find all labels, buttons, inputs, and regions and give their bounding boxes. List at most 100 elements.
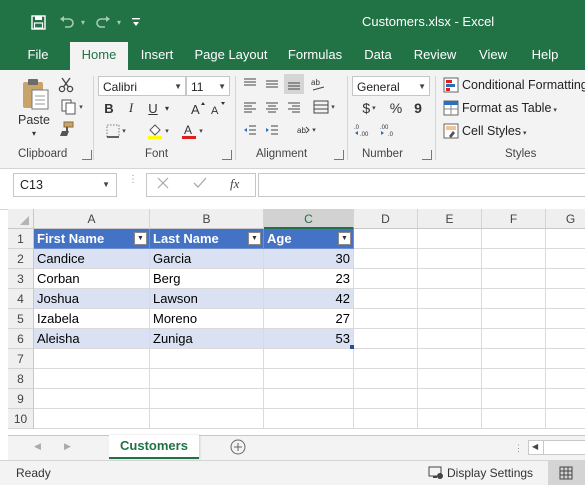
grid-cell[interactable] bbox=[418, 389, 482, 409]
grid-cell[interactable] bbox=[546, 249, 585, 269]
table-cell[interactable]: Izabela bbox=[34, 309, 150, 329]
bold-button[interactable]: B bbox=[100, 99, 118, 117]
table-cell[interactable]: 42 bbox=[264, 289, 354, 309]
table-cell[interactable]: Lawson bbox=[150, 289, 264, 309]
alignment-launcher-icon[interactable] bbox=[334, 150, 344, 160]
grid-cell[interactable] bbox=[482, 389, 546, 409]
font-size-select[interactable]: 11 ▼ bbox=[186, 76, 230, 96]
grid-cell[interactable] bbox=[546, 289, 585, 309]
row-header[interactable]: 5 bbox=[8, 309, 34, 329]
clipboard-launcher-icon[interactable] bbox=[82, 150, 92, 160]
conditional-formatting-button[interactable]: Conditional Formatting bbox=[462, 78, 585, 92]
decrease-decimal-icon[interactable]: .00.0 bbox=[378, 121, 400, 139]
conditional-formatting-icon[interactable] bbox=[442, 76, 460, 94]
sheet-tab-customers[interactable]: Customers bbox=[109, 435, 199, 459]
table-header-cell[interactable]: Last Name ▼ bbox=[150, 229, 264, 249]
tab-view[interactable]: View bbox=[472, 42, 514, 70]
grow-font-icon[interactable]: A bbox=[190, 99, 206, 117]
table-cell[interactable]: 30 bbox=[264, 249, 354, 269]
grid-cell[interactable] bbox=[482, 409, 546, 429]
grid-cell[interactable] bbox=[34, 369, 150, 389]
grid-cell[interactable] bbox=[418, 309, 482, 329]
filter-dropdown-icon[interactable]: ▼ bbox=[338, 232, 351, 245]
insert-function-button[interactable]: fx bbox=[230, 176, 239, 192]
table-header-cell[interactable]: First Name ▼ bbox=[34, 229, 150, 249]
grid-cell[interactable] bbox=[34, 349, 150, 369]
number-format-select[interactable]: General ▼ bbox=[352, 76, 430, 96]
grid-cell[interactable] bbox=[546, 349, 585, 369]
grid-cell[interactable] bbox=[354, 409, 418, 429]
font-launcher-icon[interactable] bbox=[222, 150, 232, 160]
formula-input[interactable] bbox=[258, 173, 585, 197]
table-cell[interactable]: Joshua bbox=[34, 289, 150, 309]
grid-cell[interactable] bbox=[150, 369, 264, 389]
grid-cell[interactable] bbox=[418, 329, 482, 349]
grid-cell[interactable] bbox=[482, 369, 546, 389]
tab-help[interactable]: Help bbox=[524, 42, 566, 70]
table-cell[interactable]: Aleisha bbox=[34, 329, 150, 349]
currency-button[interactable]: $ ▾ bbox=[356, 99, 382, 117]
tab-page-layout[interactable]: Page Layout bbox=[190, 42, 272, 70]
column-header-a[interactable]: A bbox=[34, 209, 150, 229]
paste-button[interactable]: Paste bbox=[14, 112, 54, 128]
row-header[interactable]: 2 bbox=[8, 249, 34, 269]
grid-cell[interactable] bbox=[418, 369, 482, 389]
grid-cell[interactable] bbox=[418, 349, 482, 369]
grid-cell[interactable] bbox=[354, 269, 418, 289]
column-header-c[interactable]: C bbox=[264, 209, 354, 229]
grid-cell[interactable] bbox=[264, 349, 354, 369]
table-cell[interactable]: Garcia bbox=[150, 249, 264, 269]
format-painter-icon[interactable] bbox=[56, 120, 76, 138]
table-cell[interactable]: Zuniga bbox=[150, 329, 264, 349]
align-bottom-icon[interactable] bbox=[284, 74, 304, 94]
decrease-indent-icon[interactable] bbox=[240, 120, 260, 140]
row-header[interactable]: 8 bbox=[8, 369, 34, 389]
cancel-icon[interactable] bbox=[157, 177, 173, 193]
grid-cell[interactable] bbox=[482, 249, 546, 269]
name-box[interactable]: C13 ▼ bbox=[13, 173, 117, 197]
display-settings-button[interactable]: Display Settings bbox=[447, 466, 533, 480]
table-cell[interactable]: 27 bbox=[264, 309, 354, 329]
tab-insert[interactable]: Insert bbox=[134, 42, 180, 70]
paste-icon[interactable] bbox=[18, 76, 52, 112]
orientation-dropdown-icon[interactable]: ab ▾ bbox=[290, 120, 322, 140]
align-left-icon[interactable] bbox=[240, 97, 260, 117]
grid-cell[interactable] bbox=[546, 409, 585, 429]
grid-cell[interactable] bbox=[546, 309, 585, 329]
display-settings-icon[interactable] bbox=[428, 466, 444, 480]
select-all-corner[interactable] bbox=[8, 209, 34, 229]
align-middle-icon[interactable] bbox=[262, 74, 282, 94]
scroll-left-arrow-icon[interactable]: ◀ bbox=[532, 442, 538, 451]
normal-view-button[interactable] bbox=[548, 461, 585, 485]
scroll-right-icon[interactable]: ▶ bbox=[64, 441, 71, 452]
increase-decimal-icon[interactable]: .0.00 bbox=[352, 121, 374, 139]
column-header-f[interactable]: F bbox=[482, 209, 546, 229]
cell-styles-button[interactable]: Cell Styles ▾ bbox=[462, 124, 527, 138]
worksheet-grid[interactable]: A B C D E F G 1 2 3 4 5 6 7 8 9 10 First… bbox=[8, 209, 585, 435]
format-as-table-icon[interactable] bbox=[442, 99, 460, 117]
table-header-cell[interactable]: Age ▼ bbox=[264, 229, 354, 249]
grid-cell[interactable] bbox=[150, 349, 264, 369]
tab-file[interactable]: File bbox=[18, 42, 58, 70]
redo-dropdown-icon[interactable]: ▾ bbox=[114, 10, 124, 34]
cut-icon[interactable] bbox=[56, 76, 76, 94]
table-resize-handle[interactable] bbox=[350, 345, 354, 349]
grid-cell[interactable] bbox=[482, 349, 546, 369]
grid-cell[interactable] bbox=[264, 389, 354, 409]
grid-cell[interactable] bbox=[418, 249, 482, 269]
grid-cell[interactable] bbox=[482, 229, 546, 249]
grid-cell[interactable] bbox=[482, 269, 546, 289]
grid-cell[interactable] bbox=[546, 229, 585, 249]
copy-icon[interactable]: ▾ bbox=[56, 98, 88, 116]
font-color-icon[interactable]: A ▾ bbox=[176, 122, 208, 140]
table-cell[interactable]: 23 bbox=[264, 269, 354, 289]
table-cell[interactable]: 53 bbox=[264, 329, 354, 349]
grid-cell[interactable] bbox=[482, 289, 546, 309]
orientation-icon[interactable]: ab bbox=[308, 74, 328, 94]
percent-button[interactable]: % bbox=[386, 99, 406, 117]
italic-button[interactable]: I bbox=[122, 99, 140, 117]
grid-cell[interactable] bbox=[546, 369, 585, 389]
row-header[interactable]: 1 bbox=[8, 229, 34, 249]
grid-cell[interactable] bbox=[354, 309, 418, 329]
grid-cell[interactable] bbox=[354, 389, 418, 409]
